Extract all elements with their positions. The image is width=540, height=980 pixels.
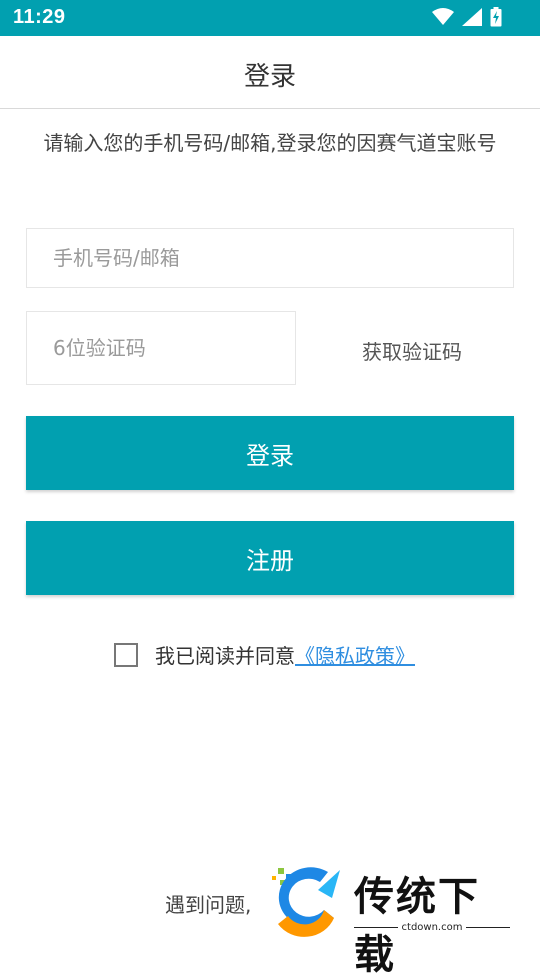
verification-code-input[interactable]	[27, 312, 295, 384]
signal-icon	[462, 8, 482, 26]
agreement-checkbox[interactable]	[114, 642, 138, 667]
status-icons	[432, 7, 502, 27]
status-bar: 11:29	[0, 0, 540, 36]
login-instructions: 请输入您的手机号码/邮箱,登录您的因赛气道宝账号	[43, 131, 497, 155]
agreement-row: 我已阅读并同意 《隐私政策》	[114, 640, 415, 669]
logo-line-right	[466, 927, 510, 928]
header: 登录	[0, 36, 540, 109]
login-button[interactable]: 登录	[26, 416, 514, 490]
logo-line-left	[354, 927, 398, 928]
code-field-box	[26, 311, 296, 385]
page-title: 登录	[243, 62, 296, 92]
logo-url: ctdown.com	[354, 922, 510, 933]
logo-url-text: ctdown.com	[401, 922, 463, 933]
help-text[interactable]: 遇到问题,	[165, 889, 251, 918]
battery-charging-icon	[490, 7, 502, 27]
account-field-box	[26, 228, 514, 288]
register-button[interactable]: 注册	[26, 521, 514, 595]
privacy-policy-link[interactable]: 《隐私政策》	[295, 640, 415, 669]
get-verification-code-button[interactable]: 获取验证码	[330, 336, 494, 365]
logo-icon	[272, 867, 340, 937]
watermark-logo: 传统下载 ctdown.com	[268, 860, 518, 978]
agreement-text: 我已阅读并同意	[155, 644, 295, 668]
status-time: 11:29	[13, 6, 66, 28]
wifi-icon	[432, 8, 454, 25]
account-input[interactable]	[27, 229, 513, 287]
